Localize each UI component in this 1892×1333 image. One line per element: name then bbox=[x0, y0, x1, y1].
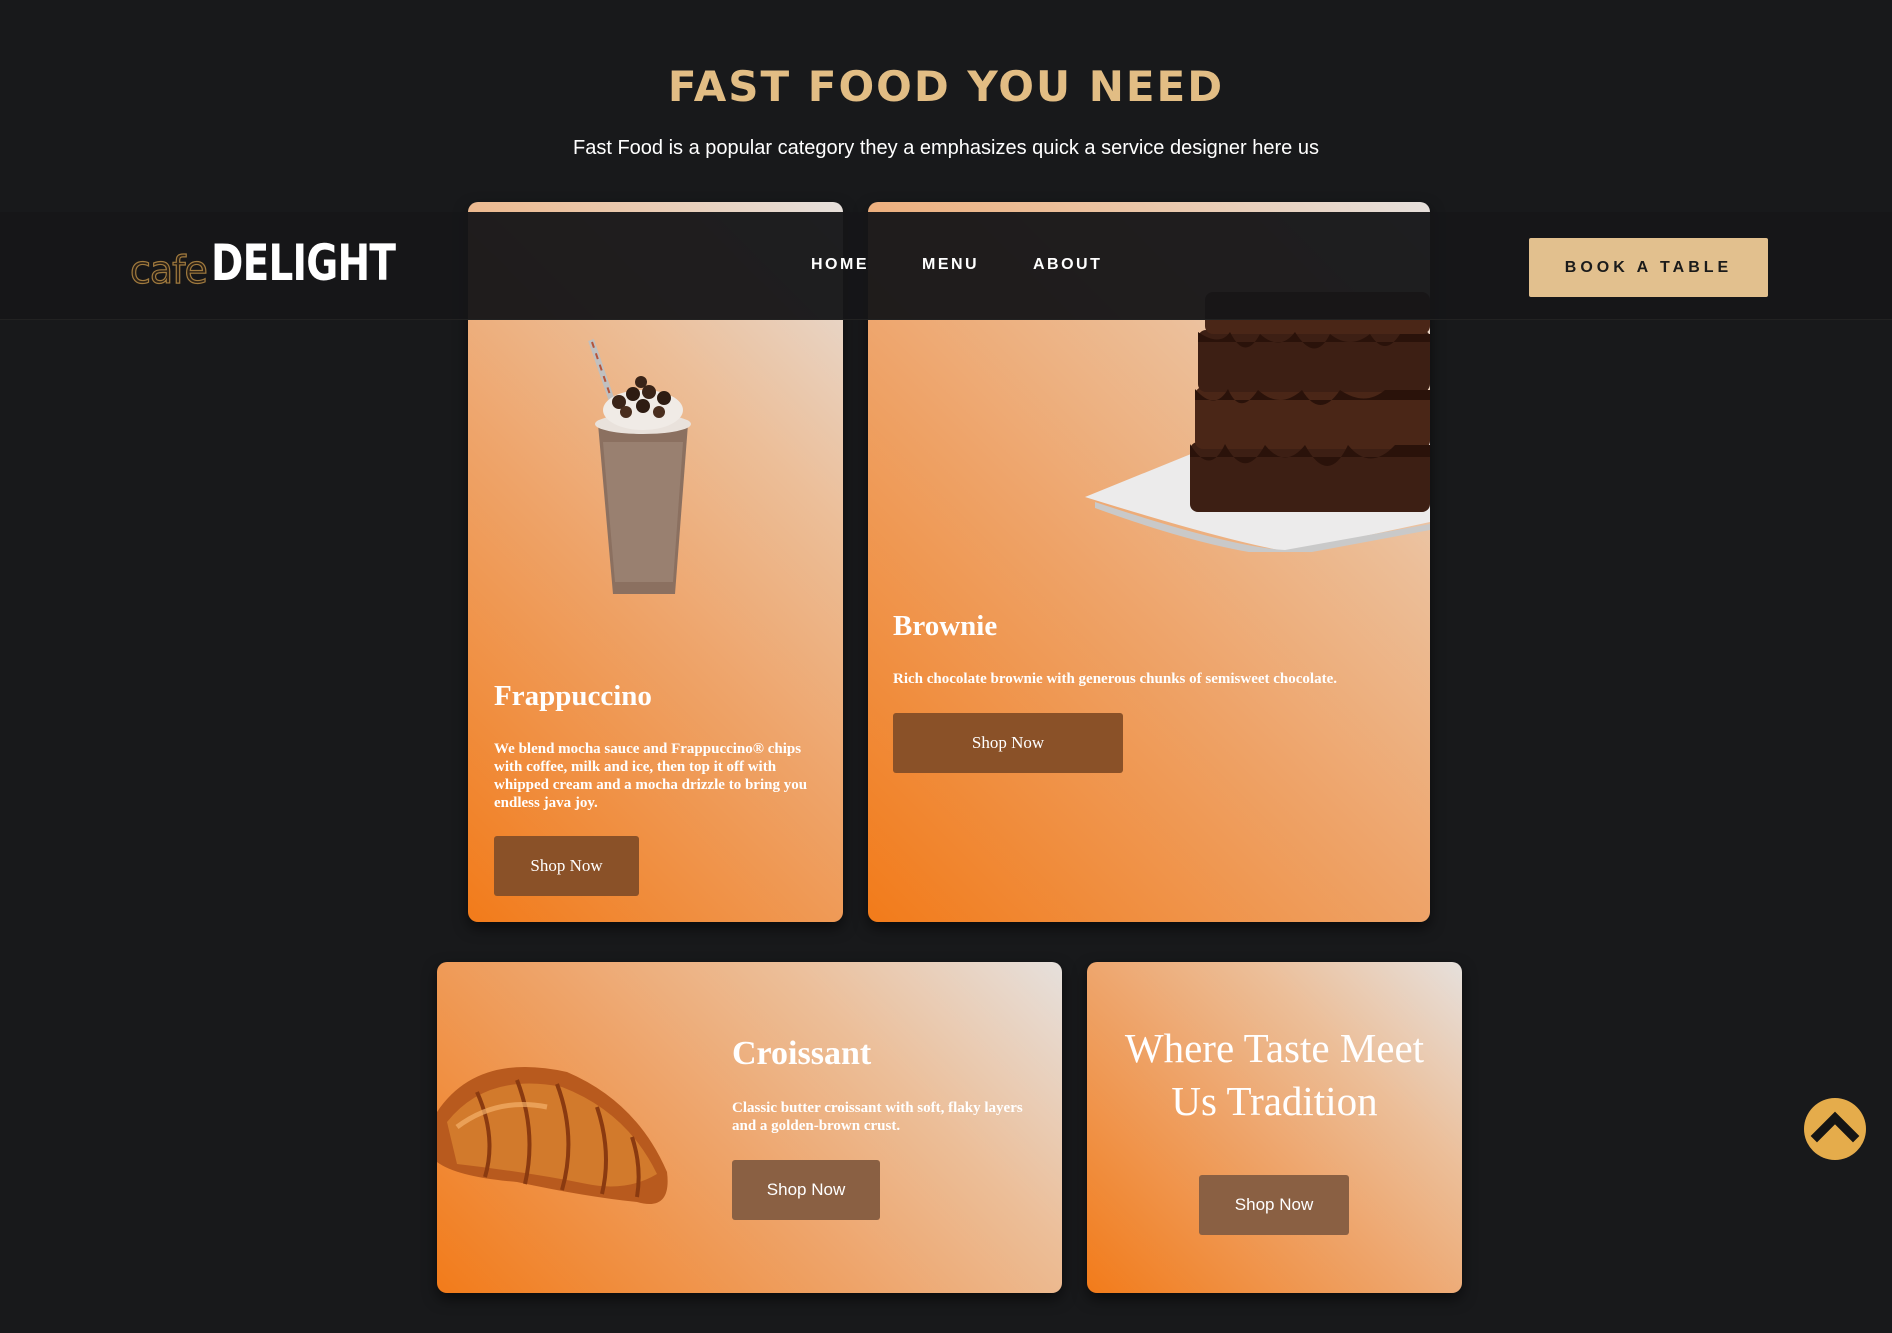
card-title: Brownie bbox=[893, 610, 998, 642]
tagline-card: Where Taste Meet Us Tradition Shop Now bbox=[1087, 962, 1462, 1293]
section-title: FAST FOOD YOU NEED bbox=[667, 62, 1225, 111]
section-subtitle: Fast Food is a popular category they a e… bbox=[573, 137, 1319, 159]
card-description: Classic butter croissant with soft, flak… bbox=[732, 1100, 1023, 1134]
logo[interactable]: cafeDELIGHT bbox=[129, 234, 447, 294]
nav-home[interactable]: HOME bbox=[811, 256, 869, 274]
nav-menu[interactable]: MENU bbox=[922, 256, 979, 274]
logo-main-text: DELIGHT bbox=[210, 234, 396, 292]
nav-about[interactable]: ABOUT bbox=[1033, 256, 1102, 274]
scroll-top-button[interactable] bbox=[1804, 1098, 1866, 1160]
tagline-title: Where Taste Meet Us Tradition bbox=[1124, 1025, 1425, 1124]
brownie-image bbox=[1085, 292, 1430, 552]
logo-script-text: cafe bbox=[129, 247, 208, 292]
shop-now-button[interactable]: Shop Now bbox=[494, 836, 639, 896]
card-description: Rich chocolate brownie with generous chu… bbox=[893, 671, 1337, 687]
card-title: Croissant bbox=[732, 1035, 872, 1072]
shop-now-button[interactable]: Shop Now bbox=[893, 713, 1123, 773]
product-card-croissant: Croissant Classic butter croissant with … bbox=[437, 962, 1062, 1293]
shop-now-button[interactable]: Shop Now bbox=[732, 1160, 880, 1220]
book-table-button[interactable]: BOOK A TABLE bbox=[1529, 238, 1768, 297]
chevron-up-icon bbox=[1810, 1111, 1860, 1143]
shop-now-button[interactable]: Shop Now bbox=[1199, 1175, 1349, 1235]
croissant-image bbox=[437, 1067, 668, 1204]
card-title: Frappuccino bbox=[494, 680, 652, 712]
site-header: cafeDELIGHT HOME MENU ABOUT BOOK A TABLE bbox=[0, 212, 1892, 320]
frappuccino-image bbox=[588, 339, 691, 594]
card-description: We blend mocha sauce and Frappuccino® ch… bbox=[494, 741, 808, 811]
